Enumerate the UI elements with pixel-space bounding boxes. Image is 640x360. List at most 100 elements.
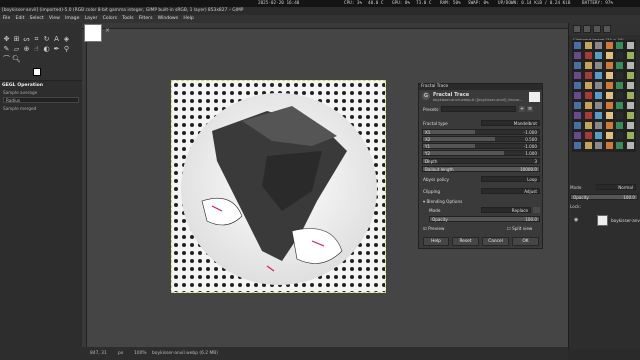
menu-help[interactable]: Help [181, 15, 197, 23]
brush-swatch[interactable] [573, 51, 582, 60]
menu-image[interactable]: Image [62, 15, 82, 23]
mode-field[interactable]: Radius [3, 97, 79, 103]
brush-swatch[interactable] [573, 131, 582, 140]
brush-swatch[interactable] [615, 91, 624, 100]
move-tool-icon[interactable]: ✥ [2, 35, 11, 44]
brush-swatch[interactable] [583, 101, 593, 110]
brush-swatch[interactable] [594, 101, 603, 110]
bucket-tool-icon[interactable]: ◈ [62, 35, 71, 44]
brush-swatch[interactable] [625, 101, 635, 110]
help-button[interactable]: Help [423, 237, 449, 246]
brush-swatch[interactable] [594, 81, 603, 90]
brush-swatch[interactable] [615, 71, 624, 80]
brush-swatch[interactable] [583, 41, 593, 50]
brush-swatch[interactable] [625, 81, 635, 90]
cancel-button[interactable]: Cancel [482, 237, 509, 246]
brush-swatch[interactable] [604, 101, 614, 110]
sample-merged-checkbox[interactable]: Sample merged [3, 106, 36, 111]
brush-swatch[interactable] [615, 101, 624, 110]
measure-tool-icon[interactable]: ⌒ [2, 55, 11, 64]
brush-swatch[interactable] [573, 41, 582, 50]
brush-swatch[interactable] [573, 81, 582, 90]
menu-filters[interactable]: Filters [136, 15, 155, 23]
brush-swatch[interactable] [615, 61, 624, 70]
abyss-combo[interactable]: Loop [481, 176, 540, 182]
paintbrush-tool-icon[interactable]: ✎ [2, 45, 11, 54]
brush-swatch[interactable] [583, 71, 593, 80]
brush-swatch[interactable] [625, 71, 635, 80]
brush-swatch[interactable] [594, 141, 603, 150]
brush-swatch[interactable] [594, 111, 603, 120]
brush-swatch[interactable] [594, 51, 603, 60]
brush-swatch[interactable] [615, 81, 624, 90]
smudge-tool-icon[interactable]: ☝ [32, 45, 41, 54]
brush-swatch[interactable] [625, 51, 635, 60]
brush-swatch[interactable] [625, 41, 635, 50]
blend-mode-combo[interactable]: Replace [481, 207, 531, 213]
brush-swatch[interactable] [573, 121, 582, 130]
brush-swatch[interactable] [583, 111, 593, 120]
brush-swatch[interactable] [625, 61, 635, 70]
brush-swatch[interactable] [625, 141, 635, 150]
brush-swatch[interactable] [583, 121, 593, 130]
sample-average-label[interactable]: Sample average [3, 90, 37, 95]
brush-swatch[interactable] [625, 91, 635, 100]
clipping-combo[interactable]: Adjust [481, 188, 540, 194]
brush-swatch[interactable] [604, 71, 614, 80]
brush-swatch[interactable] [594, 131, 603, 140]
brush-swatch[interactable] [573, 91, 582, 100]
text-tool-icon[interactable]: A [52, 35, 61, 44]
preset-menu-icon[interactable]: ≡ [527, 106, 533, 112]
brush-swatch[interactable] [625, 121, 635, 130]
bailout-slider[interactable]: Bailout length 10000.0 [422, 166, 540, 172]
rotate-tool-icon[interactable]: ↻ [42, 35, 51, 44]
brush-swatch[interactable] [604, 131, 614, 140]
brush-swatch[interactable] [615, 51, 624, 60]
eraser-tool-icon[interactable]: ▱ [12, 45, 21, 54]
brush-swatch[interactable] [583, 91, 593, 100]
dialog-titlebar[interactable]: Fractal Trace [419, 84, 542, 90]
brush-swatch[interactable] [625, 131, 635, 140]
brush-swatch[interactable] [625, 111, 635, 120]
brush-swatch[interactable] [573, 71, 582, 80]
menu-tools[interactable]: Tools [120, 15, 137, 23]
depth-slider[interactable]: Depth 3 [422, 158, 540, 164]
brush-swatch[interactable] [604, 121, 614, 130]
brush-swatch[interactable] [604, 81, 614, 90]
layer-thumbnail[interactable] [597, 215, 608, 226]
menu-view[interactable]: View [46, 15, 62, 23]
add-preset-icon[interactable]: + [519, 106, 525, 112]
path-tool-icon[interactable]: ✒ [52, 45, 61, 54]
color-picker-icon[interactable]: ⚲ [62, 45, 71, 54]
preview-checkbox[interactable]: ☑ Preview [423, 226, 444, 231]
brush-grid[interactable] [572, 40, 636, 152]
brush-swatch[interactable] [583, 131, 593, 140]
brush-swatch[interactable] [615, 41, 624, 50]
lasso-tool-icon[interactable]: ᔕ [22, 35, 31, 44]
zoom-tool-icon[interactable]: 🔍︎ [12, 55, 21, 64]
fractal-type-combo[interactable]: Mandelbrot [481, 120, 540, 126]
brush-swatch[interactable] [573, 101, 582, 110]
brush-swatch[interactable] [594, 61, 603, 70]
y1-slider[interactable]: Y1 -1.000 [422, 143, 540, 149]
foreground-color[interactable] [33, 68, 41, 76]
brush-swatch[interactable] [573, 141, 582, 150]
brush-swatch[interactable] [604, 61, 614, 70]
brush-swatch[interactable] [573, 111, 582, 120]
brush-swatch[interactable] [583, 61, 593, 70]
layer-name[interactable]: boykisser-anvil [611, 218, 640, 223]
brush-swatch[interactable] [615, 121, 624, 130]
menu-windows[interactable]: Windows [155, 15, 181, 23]
reset-button[interactable]: Reset [452, 237, 479, 246]
menu-layer[interactable]: Layer [82, 15, 100, 23]
menu-colors[interactable]: Colors [100, 15, 120, 23]
brush-swatch[interactable] [604, 41, 614, 50]
image-tab-thumbnail[interactable] [84, 24, 102, 42]
brush-swatch[interactable] [594, 91, 603, 100]
x2-slider[interactable]: X2 0.500 [422, 136, 540, 142]
presets-combo[interactable] [441, 106, 516, 112]
brush-swatch[interactable] [594, 121, 603, 130]
layer-opacity-slider[interactable]: Opacity 100.0 [570, 194, 638, 200]
brush-swatch[interactable] [604, 141, 614, 150]
menu-file[interactable]: File [0, 15, 13, 23]
